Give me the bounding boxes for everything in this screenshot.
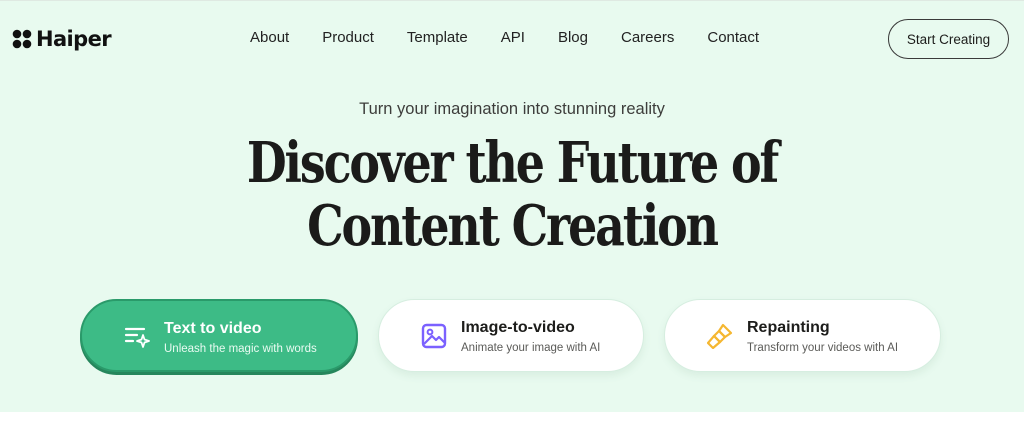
text-to-video-card[interactable]: Text to video Unleash the magic with wor… (80, 299, 358, 372)
page-bottom (0, 412, 1024, 422)
card-description: Animate your image with AI (461, 342, 601, 354)
clover-logo-icon (12, 29, 32, 49)
image-to-video-card[interactable]: Image-to-video Animate your image with A… (378, 299, 644, 372)
start-creating-button[interactable]: Start Creating (888, 19, 1009, 59)
nav-product[interactable]: Product (322, 29, 374, 46)
card-description: Unleash the magic with words (164, 343, 317, 355)
paintbrush-icon (707, 323, 733, 349)
text-sparkle-icon (124, 327, 150, 348)
nav-contact[interactable]: Contact (707, 29, 759, 46)
nav-careers[interactable]: Careers (621, 29, 674, 46)
card-description: Transform your videos with AI (747, 342, 899, 354)
main-nav: About Product Template API Blog Careers … (250, 29, 759, 46)
nav-about[interactable]: About (250, 29, 289, 46)
hero-subtitle: Turn your imagination into stunning real… (359, 100, 665, 118)
logo-text: Haiper (36, 27, 112, 51)
repainting-card[interactable]: Repainting Transform your videos with AI (664, 299, 941, 372)
nav-template[interactable]: Template (407, 29, 468, 46)
image-icon (421, 323, 447, 349)
card-title: Image-to-video (461, 319, 575, 336)
headline-line-2: Content Creation (307, 193, 719, 259)
nav-blog[interactable]: Blog (558, 29, 588, 46)
card-title: Repainting (747, 319, 830, 336)
card-title: Text to video (164, 320, 262, 337)
nav-api[interactable]: API (501, 29, 525, 46)
hero-headline: Discover the Future of Content Creation (92, 132, 932, 258)
haiper-logo[interactable]: Haiper (11, 27, 112, 51)
headline-line-1: Discover the Future of (246, 130, 779, 196)
